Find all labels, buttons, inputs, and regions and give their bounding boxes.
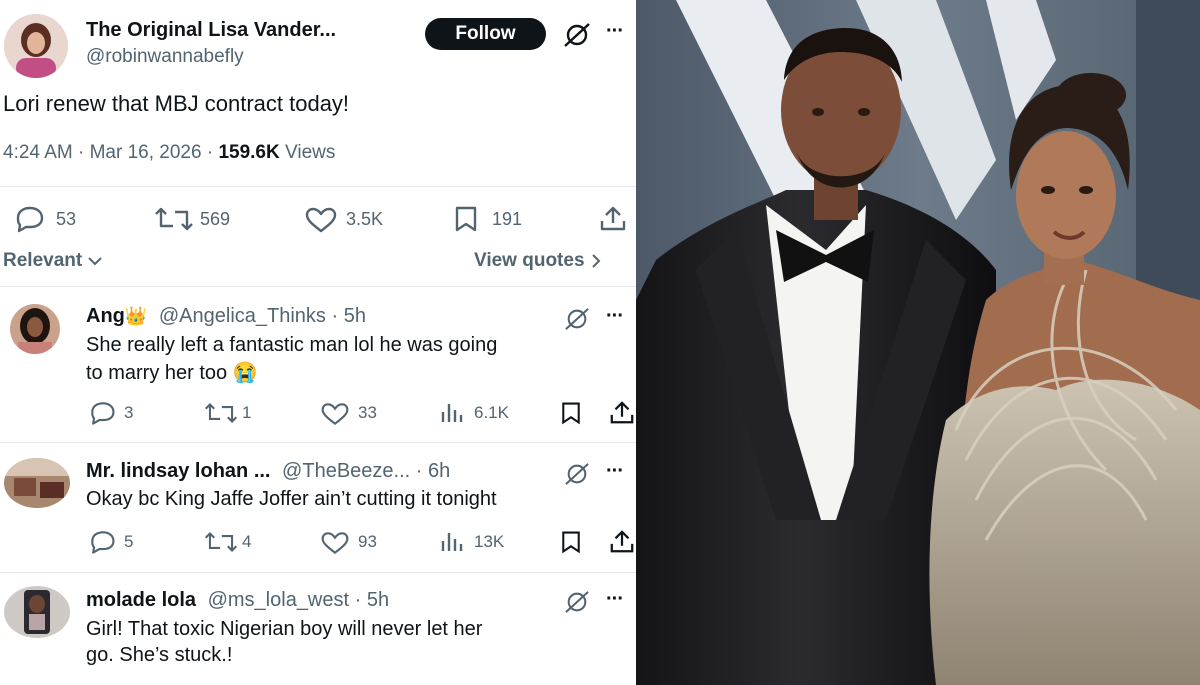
main-tweet-author-name[interactable]: The Original Lisa Vander... <box>86 19 336 42</box>
reply-icon[interactable] <box>12 205 46 233</box>
divider <box>0 442 636 443</box>
views-label: Views <box>285 142 336 163</box>
more-icon[interactable]: ··· <box>606 460 624 483</box>
chevron-right-icon <box>592 254 601 268</box>
reply-author-name[interactable]: Mr. lindsay lohan ... <box>86 460 270 482</box>
like-icon[interactable] <box>320 530 350 556</box>
retweet-icon[interactable] <box>204 529 238 555</box>
more-icon[interactable]: ··· <box>606 305 624 328</box>
share-icon[interactable] <box>598 205 628 233</box>
like-icon[interactable] <box>304 206 338 234</box>
timestamp-text[interactable]: 4:24 AM · Mar 16, 2026 · <box>3 142 213 163</box>
reply-handle-time[interactable]: @Angelica_Thinks · 5h <box>159 305 366 327</box>
retweet-icon[interactable] <box>154 205 194 233</box>
view-quotes-label: View quotes <box>474 250 585 271</box>
views-count: 159.6K <box>218 142 280 163</box>
bookmark-icon[interactable] <box>559 400 583 426</box>
more-icon[interactable]: ··· <box>606 588 624 611</box>
reply-text-line-2: go. She’s stuck.! <box>86 644 233 666</box>
main-tweet-text: Lori renew that MBJ contract today! <box>3 91 350 116</box>
reply-avatar[interactable] <box>10 304 60 354</box>
grok-icon[interactable] <box>562 307 592 331</box>
main-bookmark-count: 191 <box>492 209 523 229</box>
like-count: 33 <box>358 403 377 422</box>
relevant-dropdown[interactable]: Relevant <box>3 250 103 272</box>
retweet-count: 4 <box>242 532 252 551</box>
like-count: 93 <box>358 532 377 551</box>
main-tweet-timestamp: 4:24 AM · Mar 16, 2026 · 159.6K Views <box>3 142 335 164</box>
views-icon[interactable] <box>440 400 466 426</box>
follow-button[interactable]: Follow <box>425 18 546 50</box>
reply-header: molade lola @ms_lola_west · 5h <box>86 589 389 612</box>
grok-icon[interactable] <box>562 22 592 48</box>
reply-handle-time[interactable]: @ms_lola_west · 5h <box>208 589 389 611</box>
relevant-label: Relevant <box>3 250 83 271</box>
views-icon[interactable] <box>440 529 466 555</box>
grok-icon[interactable] <box>562 590 592 614</box>
red-carpet-photo <box>636 0 1200 685</box>
reply-avatar[interactable] <box>4 458 70 508</box>
share-icon[interactable] <box>608 529 636 555</box>
reply-icon[interactable] <box>87 400 117 426</box>
retweet-count: 1 <box>242 403 252 422</box>
main-retweet-count: 569 <box>200 209 231 229</box>
more-icon[interactable]: ··· <box>606 20 624 43</box>
like-icon[interactable] <box>320 401 350 427</box>
divider <box>0 286 636 287</box>
couple-photo <box>636 0 1200 685</box>
views-count: 6.1K <box>474 403 509 422</box>
view-quotes-link[interactable]: View quotes <box>474 250 602 272</box>
divider <box>0 572 636 573</box>
reply-text-line-1: Girl! That toxic Nigerian boy will never… <box>86 618 483 640</box>
views-count: 13K <box>474 532 505 551</box>
reply-header: Mr. lindsay lohan ... @TheBeeze... · 6h <box>86 460 450 483</box>
reply-author-name[interactable]: Ang <box>86 305 125 327</box>
reply-handle-time[interactable]: @TheBeeze... · 6h <box>282 460 450 482</box>
retweet-icon[interactable] <box>204 400 238 426</box>
crown-badge: 👑 <box>124 306 148 326</box>
reply-author-name[interactable]: molade lola <box>86 589 196 611</box>
reply-avatar[interactable] <box>4 586 70 638</box>
main-tweet-handle[interactable]: @robinwannabefly <box>86 46 244 68</box>
bookmark-icon[interactable] <box>559 529 583 555</box>
reply-text-line-2: to marry her too 😭 <box>86 362 258 384</box>
reply-count: 3 <box>124 403 134 422</box>
reply-icon[interactable] <box>87 529 117 555</box>
main-like-count: 3.5K <box>346 209 384 229</box>
chevron-down-icon <box>88 257 103 266</box>
reply-text-line-1: She really left a fantastic man lol he w… <box>86 334 498 356</box>
main-reply-count: 53 <box>56 209 77 229</box>
divider <box>0 186 636 187</box>
tweet-thread-panel: The Original Lisa Vander... @robinwannab… <box>0 0 636 685</box>
main-tweet-avatar[interactable] <box>4 14 68 78</box>
reply-text-line-1: Okay bc King Jaffe Joffer ain’t cutting … <box>86 488 497 510</box>
share-icon[interactable] <box>608 400 636 426</box>
bookmark-icon[interactable] <box>452 205 480 233</box>
grok-icon[interactable] <box>562 462 592 486</box>
reply-header: Ang👑 @Angelica_Thinks · 5h <box>86 305 366 328</box>
reply-count: 5 <box>124 532 134 551</box>
